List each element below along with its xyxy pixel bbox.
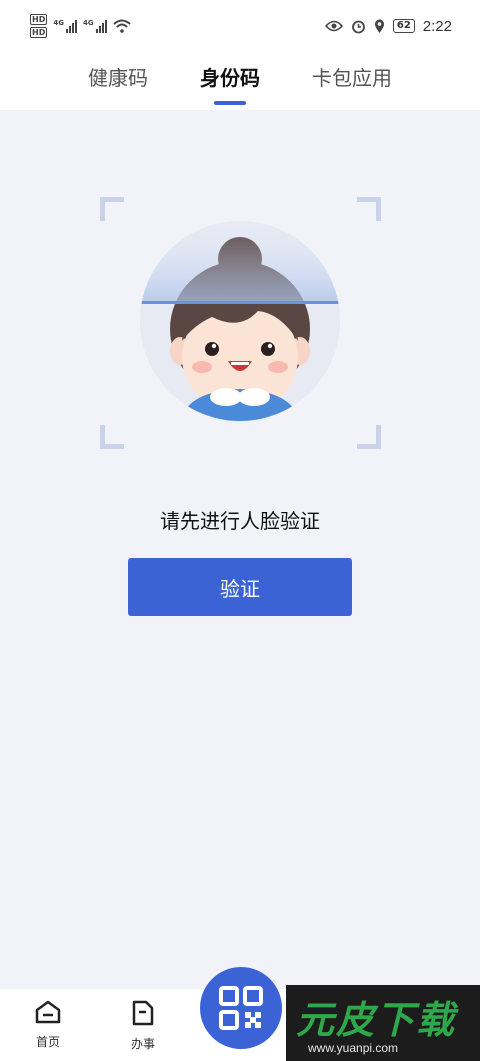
network-type-2: 4G bbox=[82, 19, 94, 27]
status-time: 2:22 bbox=[422, 17, 452, 35]
qr-scan-button[interactable] bbox=[200, 967, 282, 1049]
verify-button[interactable]: 验证 bbox=[128, 558, 352, 616]
home-icon bbox=[35, 1000, 61, 1024]
tab-identity-code[interactable]: 身份码 bbox=[200, 62, 260, 91]
frame-corner-top-left bbox=[100, 197, 124, 221]
tab-card-wallet[interactable]: 卡包应用 bbox=[312, 62, 392, 91]
battery-indicator: 62 bbox=[392, 19, 415, 33]
signal-icon-2: 4G bbox=[83, 19, 107, 33]
frame-corner-bottom-left bbox=[100, 425, 124, 449]
nav-services[interactable]: 办事 bbox=[113, 999, 173, 1052]
status-right: 62 2:22 bbox=[324, 17, 452, 35]
status-left: HD HD 4G 4G bbox=[30, 14, 131, 38]
watermark-title: 元皮下载 bbox=[296, 998, 457, 1042]
hd-badge-1: HD bbox=[30, 14, 48, 25]
network-type-1: 4G bbox=[53, 19, 64, 27]
status-bar: HD HD 4G 4G 62 2:22 bbox=[0, 0, 480, 52]
location-icon bbox=[374, 19, 384, 33]
nav-services-label: 办事 bbox=[130, 1037, 155, 1051]
document-icon bbox=[132, 1000, 154, 1026]
face-scan-frame bbox=[100, 197, 381, 449]
face-verification-prompt: 请先进行人脸验证 bbox=[160, 509, 320, 533]
tab-bar: 健康码 身份码 卡包应用 bbox=[0, 52, 480, 110]
nav-home[interactable]: 首页 bbox=[18, 999, 78, 1050]
signal-icon-1: 4G bbox=[53, 19, 77, 33]
nav-home-label: 首页 bbox=[35, 1035, 60, 1049]
watermark-url: www.yuanpi.com bbox=[308, 1041, 399, 1055]
frame-corner-bottom-right bbox=[357, 425, 381, 449]
eye-icon bbox=[324, 20, 343, 32]
hd-badge-2: HD bbox=[30, 27, 48, 38]
qr-code-icon bbox=[219, 986, 263, 1030]
tab-health-code[interactable]: 健康码 bbox=[88, 62, 148, 91]
watermark: 元皮下载 www.yuanpi.com bbox=[286, 985, 480, 1061]
wifi-icon bbox=[112, 19, 131, 33]
frame-corner-top-right bbox=[357, 197, 381, 221]
hd-badges: HD HD bbox=[30, 14, 48, 38]
alarm-icon bbox=[351, 20, 365, 33]
face-avatar-illustration bbox=[140, 221, 340, 421]
